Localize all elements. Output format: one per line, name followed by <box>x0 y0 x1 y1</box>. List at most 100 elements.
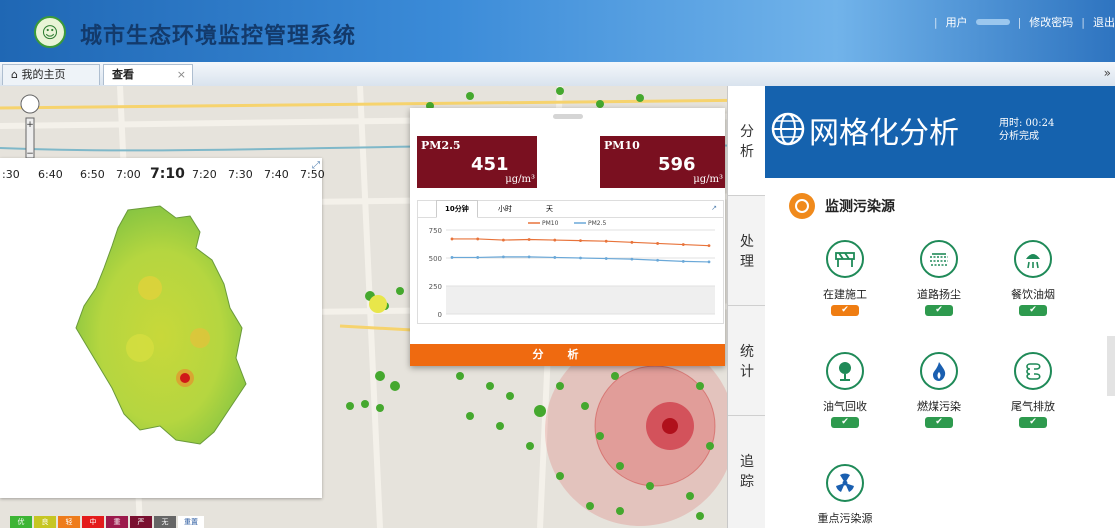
legend-item: 无 <box>154 516 176 528</box>
coal-flame-icon <box>920 352 958 390</box>
collapse-icon[interactable]: » <box>1104 66 1111 80</box>
nav-statistics[interactable]: 统计 <box>728 306 766 416</box>
timeline-tick[interactable]: 6:50 <box>80 168 105 181</box>
source-name: 油气回收 <box>823 400 867 413</box>
source-name: 道路扬尘 <box>917 288 961 301</box>
source-name: 重点污染源 <box>817 512 873 525</box>
source-kitchen-fume[interactable]: 餐饮油烟 ✔ <box>993 240 1073 316</box>
user-label: 用户 <box>945 16 968 29</box>
data-point <box>656 242 659 245</box>
app-header: ☺ 城市生态环境监控管理系统 | 用户 | 修改密码 | 退出 <box>0 0 1115 62</box>
popup-title <box>410 112 725 126</box>
station-popup: PM2.5 451 μg/m³ PM10 596 μg/m³ 10分钟 小时 天… <box>410 108 725 366</box>
chart-band <box>446 286 715 314</box>
pm25-card: PM2.5 451 μg/m³ <box>417 136 537 188</box>
chart-tabs: 10分钟 小时 天 ↗ <box>418 200 723 218</box>
data-point <box>579 239 582 243</box>
y-tick-label: 500 <box>429 255 442 263</box>
source-coal[interactable]: 燃煤污染 ✔ <box>899 352 979 428</box>
expand-icon[interactable]: ⤢ <box>312 160 320 171</box>
grid-title: 网格化分析 <box>809 116 959 151</box>
logout-link[interactable]: 退出 <box>1093 14 1115 30</box>
map-zoom-control[interactable]: + − <box>14 94 46 164</box>
chart-tab-hour[interactable]: 小时 <box>498 204 512 214</box>
logo-icon: ☺ <box>34 16 66 48</box>
tab-home-label: 我的主页 <box>21 68 66 81</box>
legend-item: 优 <box>10 516 32 528</box>
status-check-icon: ✔ <box>925 305 953 316</box>
scrollbar[interactable] <box>1107 336 1115 396</box>
exhaust-icon <box>1014 352 1052 390</box>
data-point <box>681 243 685 246</box>
chart-tab-10min[interactable]: 10分钟 <box>436 200 478 218</box>
data-point <box>450 237 454 241</box>
nav-trace[interactable]: 追踪 <box>728 416 766 526</box>
pm25-value: 451 <box>471 154 509 175</box>
target-icon <box>789 193 815 219</box>
y-tick-label: 750 <box>429 227 442 235</box>
grid-analysis-panel: 网格化分析 用时: 00:24 分析完成 监测污染源 在建施工 ✔ 道路扬尘 ✔… <box>765 86 1115 528</box>
source-key-pollution[interactable]: 重点污染源 <box>805 464 885 526</box>
tab-bar: ⌂ 我的主页 查看 × » <box>0 62 1115 87</box>
pm10-label: PM10 <box>604 139 640 152</box>
data-point <box>604 257 608 260</box>
change-password-link[interactable]: 修改密码 <box>1029 14 1073 30</box>
legend-reset-button[interactable]: 重置 <box>178 516 204 528</box>
nav-analysis[interactable]: 分析 <box>728 86 766 196</box>
legend-item: 重 <box>106 516 128 528</box>
timeline-tick[interactable]: 7:30 <box>228 168 253 181</box>
y-tick-label: 250 <box>429 283 442 291</box>
status-check-icon: ✔ <box>831 417 859 428</box>
pm10-unit: μg/m³ <box>693 174 723 185</box>
timeline-tick[interactable]: :30 <box>2 168 20 181</box>
status-check-icon: ✔ <box>831 305 859 316</box>
app-title: 城市生态环境监控管理系统 <box>80 24 357 49</box>
source-oil-gas[interactable]: 油气回收 ✔ <box>805 352 885 428</box>
source-construction[interactable]: 在建施工 ✔ <box>805 240 885 316</box>
aqi-legend: 优 良 轻 中 重 严 无 重置 <box>10 516 204 528</box>
data-point <box>450 256 454 259</box>
oil-gas-icon <box>826 352 864 390</box>
tab-home[interactable]: ⌂ 我的主页 <box>2 64 100 85</box>
data-point <box>707 260 711 264</box>
data-point <box>630 240 634 244</box>
data-point <box>553 256 557 259</box>
analysis-status: 分析完成 <box>999 131 1039 142</box>
tab-view-label: 查看 <box>112 68 134 81</box>
source-name: 燃煤污染 <box>917 400 961 413</box>
radiation-icon <box>826 464 864 502</box>
trend-chart: 10分钟 小时 天 ↗ PM10 PM2.5 0 250 500 750 <box>417 200 724 324</box>
legend-label: PM2.5 <box>588 220 607 227</box>
timeline-tick[interactable]: 6:40 <box>38 168 63 181</box>
data-point <box>707 244 711 248</box>
tab-view[interactable]: 查看 × <box>103 64 193 85</box>
home-icon: ⌂ <box>11 68 18 81</box>
pm10-value: 596 <box>658 154 696 175</box>
chart-tab-day[interactable]: 天 <box>546 204 553 214</box>
nav-process[interactable]: 处理 <box>728 196 766 306</box>
source-road-dust[interactable]: 道路扬尘 ✔ <box>899 240 979 316</box>
user-name <box>975 19 1010 25</box>
nav-statistics-label: 统计 <box>740 344 754 380</box>
analysis-button[interactable]: 分析 <box>410 344 725 366</box>
data-point <box>630 257 634 261</box>
data-point <box>527 238 531 241</box>
data-point <box>656 258 659 262</box>
data-point <box>579 256 582 260</box>
chart-expand-icon[interactable]: ↗ <box>711 204 717 212</box>
source-exhaust[interactable]: 尾气排放 ✔ <box>993 352 1073 428</box>
grid-header: 网格化分析 用时: 00:24 分析完成 <box>765 86 1115 178</box>
chart-plot: PM10 PM2.5 0 250 500 750 <box>429 220 715 319</box>
data-point <box>502 255 505 259</box>
timeline-tick[interactable]: 7:20 <box>192 168 217 181</box>
close-icon[interactable]: × <box>177 65 186 85</box>
data-point <box>604 239 608 243</box>
nav-analysis-label: 分析 <box>740 124 754 160</box>
timeline-current[interactable]: 7:10 <box>150 166 185 182</box>
timeline-tick[interactable]: 7:40 <box>264 168 289 181</box>
timeline-tick[interactable]: 7:00 <box>116 168 141 181</box>
data-point <box>681 259 685 263</box>
source-name: 尾气排放 <box>1011 400 1055 413</box>
legend-item: 严 <box>130 516 152 528</box>
nav-process-label: 处理 <box>740 234 754 270</box>
